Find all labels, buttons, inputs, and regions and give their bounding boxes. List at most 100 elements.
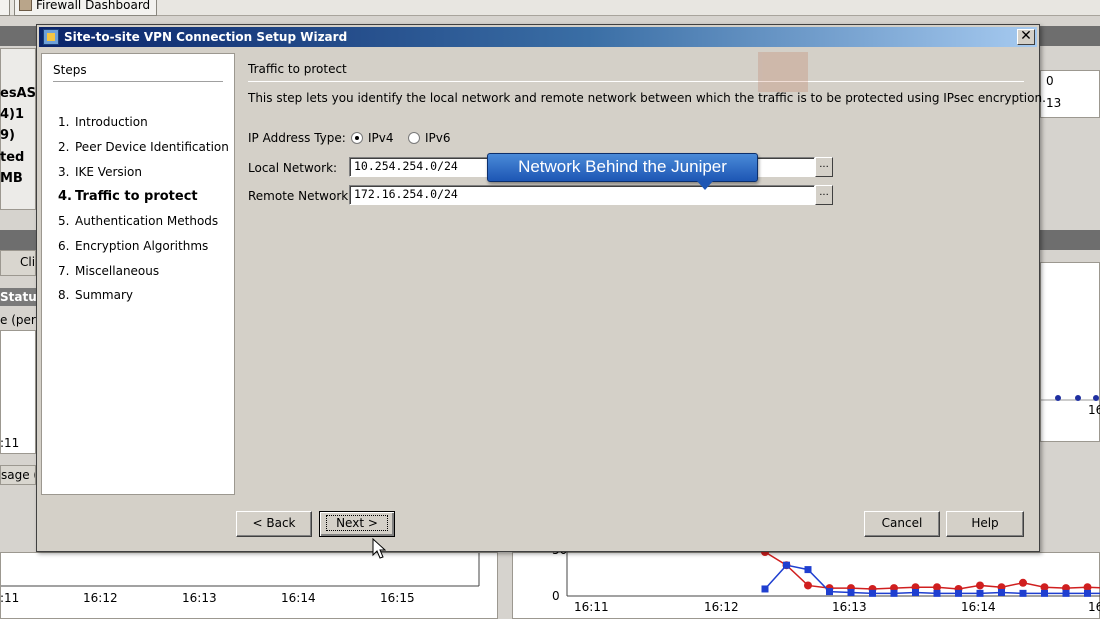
- steps-title: Steps: [53, 63, 87, 77]
- y-tick-label: 0: [552, 589, 560, 603]
- data-point: [761, 585, 769, 593]
- next-button[interactable]: Next >: [319, 511, 395, 537]
- step-item: 4. Traffic to protect: [58, 189, 198, 204]
- status-header-fragment: Status: [0, 288, 36, 306]
- steps-pane: Steps 1. Introduction 2. Peer Device Identi…: [41, 53, 235, 495]
- radio-ipv4-label: IPv4: [368, 131, 394, 145]
- dashboard-icon: [19, 0, 32, 11]
- tab-label: Firewall Dashboard: [36, 0, 151, 12]
- step-item: 5. Authentication Methods: [58, 214, 218, 228]
- series-line: [764, 564, 1100, 595]
- step-item: 2. Peer Device Identification: [58, 140, 229, 154]
- step-number: 7.: [58, 264, 70, 278]
- data-point: [1084, 589, 1091, 597]
- tab-partial[interactable]: [0, 0, 10, 16]
- data-point: [890, 589, 898, 597]
- annotation-callout: Network Behind the Juniper: [487, 153, 758, 182]
- radio-ipv6[interactable]: IPv6: [408, 131, 451, 145]
- left-bottom-chart: [0, 552, 498, 619]
- step-label: Authentication Methods: [75, 214, 219, 228]
- status-fragment: ted: [0, 150, 25, 165]
- panel-header-right-2: [1040, 230, 1100, 250]
- step-number: 1.: [58, 115, 70, 129]
- help-button[interactable]: Help: [946, 511, 1024, 537]
- data-point: [847, 588, 855, 596]
- asdm-app-icon: [43, 29, 59, 45]
- close-icon: ✕: [1020, 28, 1032, 44]
- step-label: IKE Version: [75, 165, 142, 179]
- step-number: 4.: [58, 189, 72, 204]
- local-network-browse-button[interactable]: ...: [815, 157, 833, 177]
- next-button-label: Next >: [326, 515, 388, 531]
- version-fragment: 4)1: [0, 107, 25, 122]
- panel-header-left: [0, 26, 36, 46]
- radio-ipv6-label: IPv6: [425, 131, 451, 145]
- step-item: 6. Encryption Algorithms: [58, 239, 208, 253]
- x-tick-label: 16:14: [961, 600, 996, 614]
- section-title: Traffic to protect: [248, 62, 347, 76]
- local-network-label: Local Network:: [248, 161, 338, 175]
- x-tick-label: 16:11: [574, 600, 609, 614]
- data-point: [1041, 589, 1048, 597]
- radio-selected-icon[interactable]: [351, 132, 363, 144]
- data-point: [783, 561, 790, 569]
- annotation-callout-tail: [697, 181, 713, 190]
- back-button-label: < Back: [252, 516, 296, 530]
- content-pane: Traffic to protect This step lets you id…: [237, 53, 1046, 495]
- step-number: 3.: [58, 165, 70, 179]
- memory-fragment: MB: [0, 171, 23, 186]
- dialog-titlebar[interactable]: Site-to-site VPN Connection Setup Wizard…: [39, 27, 1037, 47]
- back-button[interactable]: < Back: [236, 511, 312, 537]
- step-number: 2.: [58, 140, 70, 154]
- left-axis-fragment: :11: [0, 436, 20, 450]
- data-point: [912, 588, 919, 596]
- x-tick-label: 16:12: [704, 600, 739, 614]
- data-point: [933, 589, 941, 597]
- data-point: [1019, 578, 1027, 587]
- step-number: 8.: [58, 288, 70, 302]
- cancel-button[interactable]: Cancel: [864, 511, 940, 537]
- x-tick-label: 16:13: [832, 600, 867, 614]
- step-label: Miscellaneous: [75, 264, 160, 278]
- client-tab-fragment[interactable]: Cli: [20, 255, 35, 269]
- left-x-label-1: 16:12: [83, 591, 118, 605]
- data-point: [976, 581, 984, 590]
- step-label: Summary: [75, 288, 133, 302]
- panel-header-right: [1040, 26, 1100, 46]
- step-number: 5.: [58, 214, 70, 228]
- data-point: [976, 589, 984, 597]
- version-fragment-2: 9): [0, 128, 15, 143]
- panel-header-left-2: [0, 230, 36, 250]
- radio-ipv4[interactable]: IPv4: [351, 131, 394, 145]
- remote-network-input[interactable]: 172.16.254.0/24: [349, 185, 815, 205]
- close-button[interactable]: ✕: [1017, 29, 1035, 45]
- usage-header-fragment: sage (f: [0, 465, 36, 485]
- left-bottom-chart-axis: [1, 553, 480, 587]
- step-description: This step lets you identify the local ne…: [248, 91, 1046, 105]
- step-label: Introduction: [75, 115, 148, 129]
- data-point: [826, 588, 833, 596]
- step-item: 1. Introduction: [58, 115, 148, 129]
- left-x-label-4: 16:15: [380, 591, 415, 605]
- data-point: [804, 566, 812, 574]
- data-point: [869, 589, 876, 597]
- x-tick-label: 16: [1088, 600, 1100, 614]
- series-line: [764, 552, 1100, 590]
- traffic-chart: 50 0 16:11 16:12 16:13 16:14 16: [552, 552, 1100, 614]
- steps-divider: [53, 81, 223, 82]
- background-tabstrip: Firewall Dashboard: [0, 0, 1100, 16]
- right-value-1: 13: [1046, 96, 1062, 110]
- data-point: [998, 588, 1005, 596]
- left-x-label-3: 16:14: [281, 591, 316, 605]
- right-value-0: 0: [1046, 74, 1054, 88]
- step-label: Peer Device Identification: [75, 140, 229, 154]
- radio-unselected-icon[interactable]: [408, 132, 420, 144]
- vpn-wizard-dialog: Site-to-site VPN Connection Setup Wizard…: [36, 24, 1046, 552]
- left-x-label-2: 16:13: [182, 591, 217, 605]
- section-divider: [248, 81, 1024, 82]
- remote-network-browse-button[interactable]: ...: [815, 185, 833, 205]
- step-item: 3. IKE Version: [58, 165, 142, 179]
- ip-address-type-label: IP Address Type:: [248, 131, 346, 145]
- tab-firewall-dashboard[interactable]: Firewall Dashboard: [14, 0, 158, 16]
- data-point: [804, 581, 812, 590]
